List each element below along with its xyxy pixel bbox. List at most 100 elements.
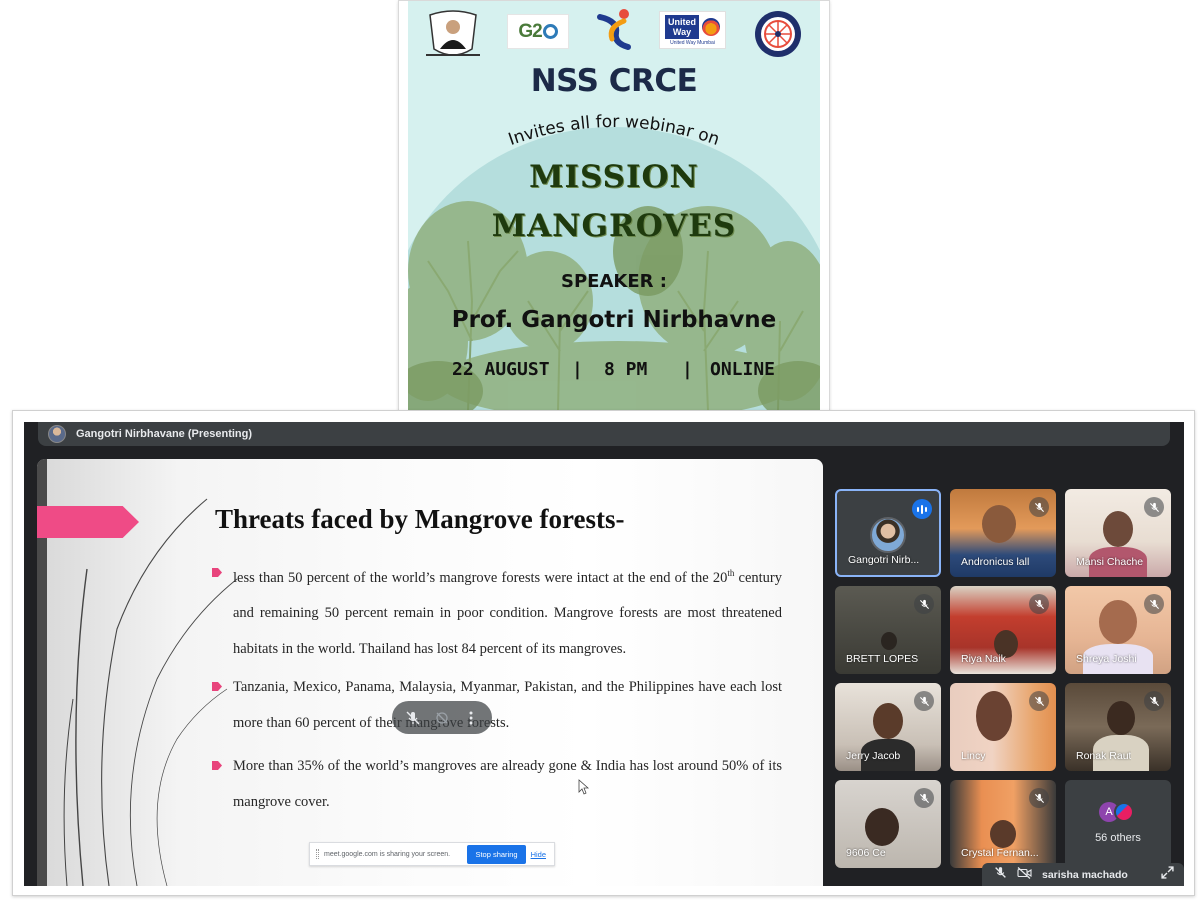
participant-tile[interactable]: 9606 Ce [835,780,941,868]
poster-heading-mangroves: MANGROVES [491,208,737,244]
participant-tile[interactable]: Mansi Chache [1065,489,1171,577]
share-message: meet.google.com is sharing your screen. [324,850,451,858]
participant-tile[interactable]: Gangotri Nirb... [835,489,941,577]
bullet-arrow-icon [212,682,222,691]
speaking-indicator-icon [912,499,932,519]
avatar [1114,802,1134,822]
stop-sharing-button[interactable]: Stop sharing [467,844,526,864]
participant-name: Lincy [961,750,986,762]
participant-video-face [1107,701,1135,735]
google-meet-window: Gangotri Nirbhavane (Presenting) Threats… [24,422,1184,886]
self-view-bar: sarisha machado [982,863,1184,886]
others-count: 56 others [1095,832,1141,844]
participant-video-face [990,820,1016,848]
participant-name: Shreya Joshi [1076,653,1137,665]
mic-muted-icon[interactable] [994,866,1007,884]
participant-video-face [976,691,1012,741]
bullet-text: More than 35% of the world’s mangroves a… [233,758,782,810]
event-mode: ONLINE [710,359,776,380]
more-options-icon[interactable] [461,708,481,728]
participant-tile[interactable]: Crystal Fernan... [950,780,1056,868]
poster-invite-line: Invites all for webinar on [506,112,722,150]
participant-name: Crystal Fernan... [961,847,1039,859]
poster-heading-mission: MISSION [529,159,699,195]
slide-bullet: less than 50 percent of the world’s mang… [212,556,782,667]
invite-text: Invites all for webinar on [506,112,722,150]
mic-muted-icon [914,594,934,614]
self-name: sarisha machado [1042,868,1128,881]
poster-content: G2 United Way United Way Mumbai NSS CRCE… [408,1,820,411]
avatar [870,517,906,553]
participant-name: Jerry Jacob [846,750,901,762]
participant-tile[interactable]: Andronicus lall [950,489,1056,577]
slide-bullet: Tanzania, Mexico, Panama, Malaysia, Myan… [212,670,782,741]
slide-title: Threats faced by Mangrove forests- [215,504,625,534]
event-time: 8 PM [604,359,648,380]
mic-muted-icon [1029,788,1049,808]
bullet-text: Tanzania, Mexico, Panama, Malaysia, Myan… [233,679,782,731]
bullet-arrow-icon [212,568,222,577]
participant-name: Andronicus lall [961,556,1030,568]
participant-tile[interactable]: Lincy [950,683,1056,771]
participant-name: Gangotri Nirb... [848,554,920,566]
drag-handle-icon[interactable] [316,849,319,859]
svg-text:Invites all for webinar on: Invites all for webinar on [506,112,722,150]
tile-hover-controls[interactable] [392,701,492,734]
info-separator: | [572,359,583,380]
participant-tile[interactable]: BRETT LOPES [835,586,941,674]
united-way-hand-icon [702,17,720,36]
info-separator: | [682,359,693,380]
participant-name: Mansi Chache [1076,556,1144,568]
poster-event-info: 22 AUGUST | 8 PM | ONLINE [448,359,788,383]
webinar-poster: G2 United Way United Way Mumbai NSS CRCE… [398,0,830,418]
nss-logo [594,7,634,51]
g20-globe-icon [542,24,558,39]
mic-off-icon[interactable] [403,708,423,728]
expand-icon[interactable] [1161,865,1184,884]
participant-grid: Gangotri Nirb... Andronicus lall Mansi C… [835,489,1175,874]
mic-muted-icon [914,788,934,808]
speaker-name: Prof. Gangotri Nirbhavne [451,307,777,333]
presenter-avatar [48,425,66,443]
slide-bullet: More than 35% of the world’s mangroves a… [212,749,782,820]
participant-tile[interactable]: Ronak Raut [1065,683,1171,771]
event-date: 22 AUGUST [452,359,550,380]
g20-text: G2 [518,20,542,42]
screenshot-canvas: G2 United Way United Way Mumbai NSS CRCE… [0,0,1200,900]
participant-video-face [865,808,899,846]
participant-name: Ronak Raut [1076,750,1132,762]
participant-video-face [1099,600,1137,644]
participant-video-face [873,703,903,739]
participant-tile[interactable]: Shreya Joshi [1065,586,1171,674]
presenter-label: Gangotri Nirbhavane (Presenting) [76,428,253,440]
bullet-arrow-icon [212,761,222,770]
screen-share-notification: meet.google.com is sharing your screen. … [309,842,555,866]
mic-muted-icon [1144,497,1164,517]
participant-tile[interactable]: Jerry Jacob [835,683,941,771]
mic-muted-icon [1029,691,1049,711]
mic-muted-icon [914,691,934,711]
video-off-icon[interactable] [432,708,452,728]
poster-title: NSS CRCE [530,63,698,99]
nss-seal-logo [754,10,802,58]
mouse-cursor-icon [578,779,590,795]
g20-logo: G2 [507,14,569,49]
hide-link[interactable]: Hide [531,850,554,859]
united-way-logo: United Way United Way Mumbai [659,11,726,49]
crce-logo [422,9,484,61]
participant-tile[interactable]: Riya Naik [950,586,1056,674]
participant-video-face [1103,511,1133,547]
mic-muted-icon [1029,594,1049,614]
participant-video-face [982,505,1016,543]
others-avatars: A [1099,802,1143,824]
others-tile[interactable]: A 56 others [1065,780,1171,868]
participant-video-face [881,632,897,650]
united-way-wordmark: United Way [665,14,699,39]
participant-name: BRETT LOPES [846,653,919,665]
speaker-label: SPEAKER : [561,271,667,292]
bullet-text: less than 50 percent of the world’s mang… [233,568,782,657]
slide-title-arrow [37,506,139,538]
participant-name: 9606 Ce [846,847,886,859]
camera-off-icon[interactable] [1017,866,1032,884]
shared-presentation-slide: Threats faced by Mangrove forests- less … [37,459,823,886]
